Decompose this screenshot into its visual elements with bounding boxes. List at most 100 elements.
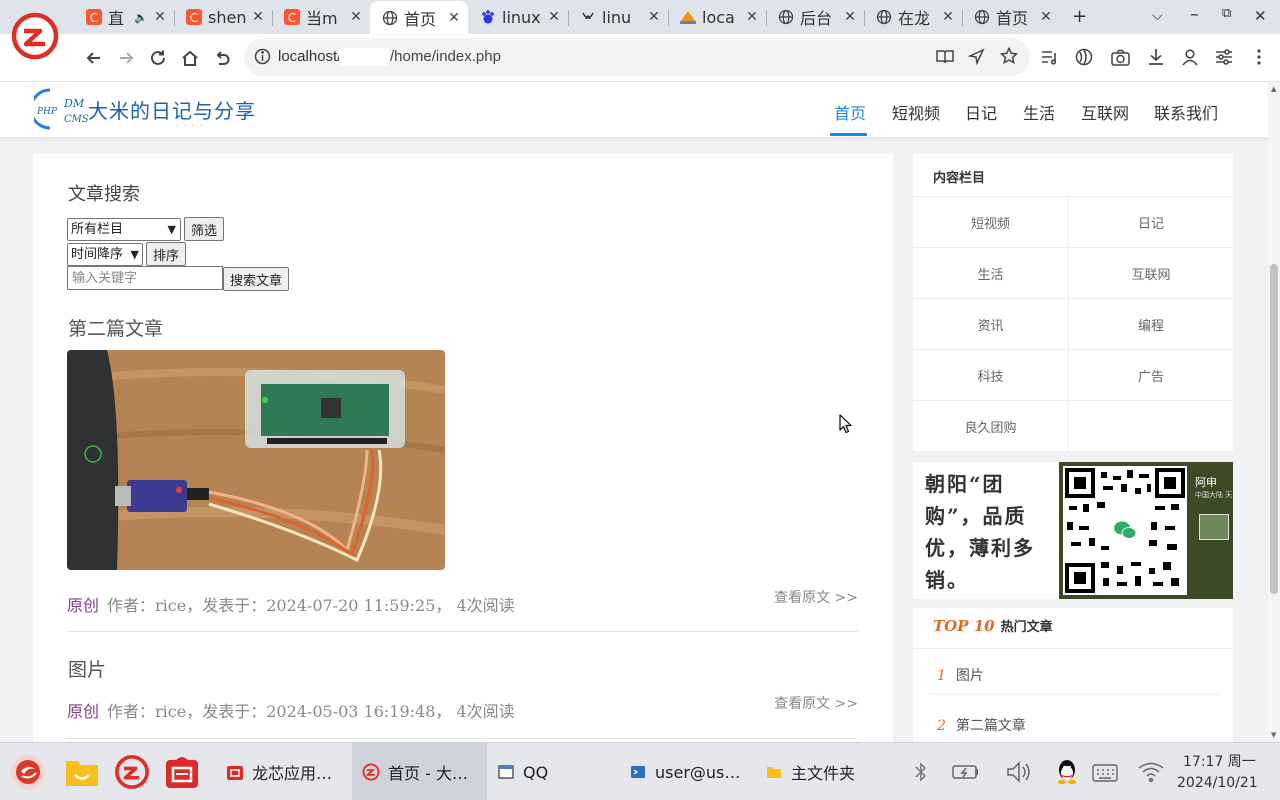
- tab-6[interactable]: linu ✕: [568, 2, 669, 32]
- article-title[interactable]: 第二篇文章: [68, 314, 163, 341]
- battery-icon[interactable]: [952, 759, 978, 785]
- close-tab-icon[interactable]: ✕: [842, 9, 858, 25]
- tab-2[interactable]: C shen ✕: [174, 2, 273, 32]
- browser-logo-icon[interactable]: [10, 11, 60, 61]
- file-manager-icon[interactable]: [64, 755, 100, 789]
- user-icon[interactable]: [1179, 46, 1201, 68]
- scroll-thumb[interactable]: [1270, 264, 1278, 594]
- minimize-icon[interactable]: –: [1190, 4, 1199, 25]
- info-icon[interactable]: [254, 48, 271, 69]
- close-tab-icon[interactable]: ✕: [940, 9, 956, 25]
- category-item[interactable]: 生活: [913, 247, 1069, 298]
- nav-life[interactable]: 生活: [1023, 100, 1055, 124]
- undo-icon[interactable]: [210, 46, 234, 70]
- new-tab-button[interactable]: +: [1072, 6, 1087, 27]
- search-button[interactable]: 搜索文章: [223, 267, 290, 291]
- read-more-link[interactable]: 查看原文 >>: [774, 693, 858, 713]
- hot-article-item[interactable]: 1 图片: [937, 665, 984, 685]
- sort-button[interactable]: 排序: [146, 242, 187, 266]
- close-tab-icon[interactable]: ✕: [152, 9, 168, 25]
- media-list-icon[interactable]: [1038, 46, 1060, 68]
- svg-text:C: C: [288, 11, 296, 25]
- article-thumbnail[interactable]: [67, 350, 445, 570]
- nav-short-video[interactable]: 短视频: [892, 100, 940, 124]
- close-tab-icon[interactable]: ✕: [546, 9, 562, 25]
- reload-icon[interactable]: [146, 46, 170, 70]
- tab-3[interactable]: C 当m ✕: [272, 2, 370, 32]
- globe-icon: [876, 9, 892, 25]
- page-scrollbar[interactable]: ▲ ▼: [1268, 82, 1280, 742]
- close-tab-icon[interactable]: ✕: [348, 9, 364, 25]
- back-icon[interactable]: [82, 46, 106, 70]
- task-browser[interactable]: 首页 - 大…: [352, 743, 487, 800]
- filter-button[interactable]: 筛选: [184, 217, 225, 241]
- qq-icon[interactable]: [1054, 759, 1080, 785]
- tab-1[interactable]: C 直 🔈 ✕: [74, 2, 175, 32]
- translate-globe-icon[interactable]: [1073, 46, 1095, 68]
- browser-launcher-icon[interactable]: [114, 755, 150, 789]
- clock-time[interactable]: 17:17 周一: [1183, 751, 1256, 771]
- nav-contact[interactable]: 联系我们: [1154, 100, 1218, 124]
- close-window-icon[interactable]: ✕: [1254, 7, 1267, 25]
- close-tab-icon[interactable]: ✕: [446, 10, 462, 26]
- tab-8[interactable]: 后台 ✕: [766, 2, 865, 32]
- task-app-store[interactable]: 龙芯应用…: [216, 743, 352, 800]
- tab-active[interactable]: 首页 ✕: [370, 1, 468, 34]
- tab-7[interactable]: loca ✕: [668, 2, 767, 32]
- wifi-icon[interactable]: [1138, 759, 1164, 785]
- keyword-input[interactable]: [67, 266, 223, 290]
- tab-list-chevron-icon[interactable]: ⌵: [1152, 8, 1163, 24]
- volume-icon[interactable]: [1006, 759, 1032, 785]
- reader-mode-icon[interactable]: [936, 48, 954, 69]
- more-menu-icon[interactable]: [1248, 46, 1270, 68]
- nav-internet[interactable]: 互联网: [1081, 100, 1129, 124]
- close-tab-icon[interactable]: ✕: [646, 9, 662, 25]
- bluetooth-icon[interactable]: [908, 759, 934, 785]
- hot-article-item[interactable]: 2 第二篇文章: [937, 715, 1026, 735]
- category-item[interactable]: 短视频: [913, 196, 1069, 247]
- site-title[interactable]: 大米的日记与分享: [88, 95, 256, 124]
- category-item[interactable]: 广告: [1069, 349, 1233, 400]
- speaker-icon[interactable]: 🔈: [134, 11, 148, 24]
- scroll-up-icon[interactable]: ▲: [1271, 85, 1276, 93]
- start-menu-icon[interactable]: [10, 755, 46, 789]
- category-item[interactable]: 互联网: [1069, 247, 1233, 298]
- panel-title: 内容栏目: [933, 171, 986, 186]
- settings-sliders-icon[interactable]: [1213, 46, 1235, 68]
- download-icon[interactable]: [1145, 46, 1167, 68]
- ad-slogan: 朝阳“团购”，品质优，薄利多销。: [925, 472, 1035, 592]
- order-select[interactable]: 时间降序 ▼: [67, 243, 143, 266]
- address-bar[interactable]: localhost/ /home/index.php: [244, 38, 1030, 76]
- category-item[interactable]: 资讯: [913, 298, 1069, 349]
- close-tab-icon[interactable]: ✕: [250, 9, 266, 25]
- clock-date[interactable]: 2024/10/21: [1177, 775, 1258, 791]
- restore-icon[interactable]: ⧉: [1222, 6, 1231, 21]
- app-store-launcher-icon[interactable]: [164, 755, 200, 789]
- nav-diary[interactable]: 日记: [965, 100, 997, 124]
- category-item[interactable]: 日记: [1069, 196, 1233, 247]
- scroll-down-icon[interactable]: ▼: [1271, 731, 1276, 739]
- send-icon[interactable]: [967, 48, 985, 69]
- task-terminal[interactable]: user@us…: [619, 743, 753, 800]
- forward-icon[interactable]: [114, 46, 138, 70]
- close-tab-icon[interactable]: ✕: [744, 9, 760, 25]
- home-icon[interactable]: [178, 46, 202, 70]
- tab-5[interactable]: linux ✕: [468, 2, 569, 32]
- task-qq[interactable]: QQ: [487, 743, 613, 800]
- ad-banner[interactable]: 朝阳“团购”，品质优，薄利多销。 阿申 中国大陆 天: [913, 462, 1233, 599]
- bookmark-star-icon[interactable]: [999, 46, 1019, 69]
- read-more-link[interactable]: 查看原文 >>: [774, 587, 858, 607]
- keyboard-icon[interactable]: [1092, 759, 1118, 785]
- category-item[interactable]: 编程: [1069, 298, 1233, 349]
- task-home-folder[interactable]: 主文件夹: [755, 743, 875, 800]
- close-tab-icon[interactable]: ✕: [1038, 9, 1054, 25]
- search-title: 文章搜索: [68, 184, 140, 205]
- tab-9[interactable]: 在龙 ✕: [864, 2, 963, 32]
- tab-10[interactable]: 首页 ✕: [962, 2, 1060, 32]
- camera-icon[interactable]: [1109, 46, 1131, 68]
- category-item[interactable]: 科技: [913, 349, 1069, 400]
- category-item[interactable]: 良久团购: [913, 400, 1069, 451]
- article-title[interactable]: 图片: [68, 655, 106, 682]
- category-select[interactable]: 所有栏目 ▼: [67, 218, 181, 241]
- nav-home[interactable]: 首页: [834, 100, 866, 124]
